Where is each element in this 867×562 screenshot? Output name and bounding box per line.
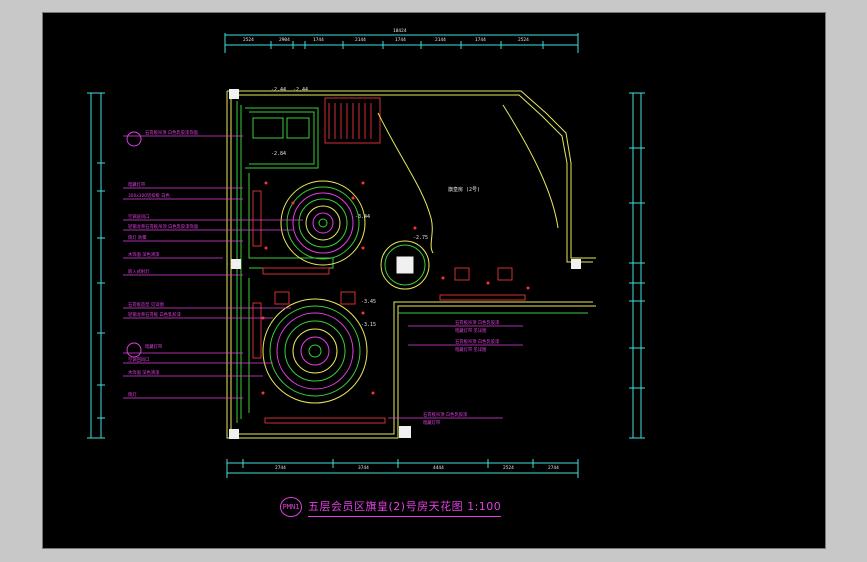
ceiling-plan-drawing: 18424 2524 2904 1744 2144 1744 2144 1744… [87, 28, 645, 478]
dome-lower [262, 298, 368, 404]
annotation: 暗藏灯带 见详图 [455, 327, 486, 334]
annotation: 筒灯 [128, 391, 137, 398]
annotation: 轻钢龙骨石膏板 白色乳胶漆 [128, 311, 182, 318]
annotation: 暗藏灯带 [128, 181, 146, 188]
column-round [380, 240, 430, 290]
annotation: 石膏板吊顶 白色乳胶漆 [455, 319, 500, 326]
dim-top: 2524 [518, 37, 529, 43]
room-label: 旗皇房 (2号) [448, 186, 480, 193]
title-text: 五层会员区旗皇(2)号房天花图 1:100 [308, 498, 502, 517]
level-mark: -3.44 [355, 214, 370, 220]
dim-top: 2144 [435, 37, 446, 43]
annotation: 石膏板造型 见详图 [128, 301, 164, 308]
annotation: 木饰面 深色清漆 [128, 251, 160, 258]
annotation: 石膏板吊顶 白色乳胶漆 [423, 411, 468, 418]
annotation: 嵌入式射灯 [128, 268, 150, 275]
dim-bottom: 3744 [358, 465, 369, 471]
level-marks: -2.44 -2.44 -2.84 -3.44 -2.75 -3.45 -3.1… [271, 87, 480, 328]
drawing-title: PMN1 五层会员区旗皇(2)号房天花图 1:100 [280, 497, 502, 517]
dim-bottom: 4444 [433, 465, 444, 471]
level-mark: -3.45 [361, 299, 376, 305]
annotation-bubbles [126, 131, 142, 358]
annotation: 石膏板吊顶 白色乳胶漆 [455, 338, 500, 345]
dim-top: 1744 [395, 37, 406, 43]
cad-viewport[interactable]: 18424 2524 2904 1744 2144 1744 2144 1744… [42, 12, 826, 549]
dim-top: 2144 [355, 37, 366, 43]
dimension-lines [87, 33, 645, 478]
annotation: 筒灯 防雾 [128, 234, 147, 241]
annotation: 空调送风口 [128, 213, 149, 220]
level-mark: -2.84 [271, 151, 286, 157]
downlights [261, 181, 530, 395]
level-mark: -2.44 [293, 87, 308, 93]
annotation: 暗藏灯带 见详图 [455, 346, 486, 353]
annotation: 300x300铝扣板 白色 [128, 192, 170, 199]
dim-top: 1744 [313, 37, 324, 43]
left-leaders [123, 135, 523, 419]
curved-ceiling [377, 104, 559, 254]
annotation: 暗藏灯带 [423, 419, 441, 426]
annotation: 石膏板吊顶 白色乳胶漆饰面 [145, 129, 199, 136]
level-mark: -3.15 [361, 322, 376, 328]
title-badge: PMN1 [280, 497, 302, 517]
dim-top-total: 18424 [393, 28, 407, 34]
annotation: 轻钢龙骨石膏板吊顶 白色乳胶漆饰面 [128, 223, 199, 230]
dim-top: 2524 [243, 37, 254, 43]
dim-bottom: 2744 [275, 465, 286, 471]
wood-panels [252, 97, 526, 424]
dim-bottom: 2524 [503, 465, 514, 471]
dim-top: 1744 [475, 37, 486, 43]
annotation: 木饰面 深色清漆 [128, 369, 160, 376]
level-mark: -2.44 [271, 87, 286, 93]
level-mark: -2.75 [413, 235, 428, 241]
annotation: 空调回风口 [128, 356, 149, 363]
dim-bottom: 2744 [548, 465, 559, 471]
dim-top: 2904 [279, 37, 290, 43]
dome-upper [280, 180, 366, 266]
annotation: 暗藏灯带 [145, 343, 163, 350]
